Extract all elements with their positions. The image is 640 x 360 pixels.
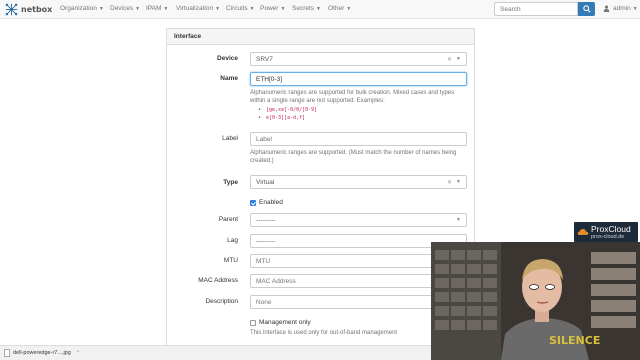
nav-organization[interactable]: Organization ▼: [60, 5, 104, 12]
checkbox-unchecked-icon[interactable]: [250, 319, 256, 326]
lag-label: Lag: [227, 237, 238, 244]
nav-label: Virtualization: [176, 5, 214, 12]
parent-value: ---------: [256, 217, 276, 224]
cloud-icon: [577, 229, 589, 235]
type-select[interactable]: Virtual ✕ ▼: [250, 175, 467, 189]
nav-other[interactable]: Other ▼: [328, 5, 351, 12]
logo-name: ProxCloud: [591, 223, 631, 234]
search-button[interactable]: [578, 2, 595, 16]
brand[interactable]: netbox: [5, 3, 52, 16]
nav-power[interactable]: Power ▼: [260, 5, 285, 12]
nav-devices[interactable]: Devices ▼: [110, 5, 140, 12]
nav-label: Power: [260, 5, 279, 12]
webcam-overlay: SILENCE: [431, 242, 640, 360]
nav-label: Circuits: [226, 5, 248, 12]
download-item[interactable]: dell-poweredge-r7....jpg ⌃: [4, 349, 80, 357]
caret-down-icon: ▼: [249, 6, 255, 12]
search-icon: [582, 5, 591, 13]
caret-down-icon: ▼: [346, 6, 352, 12]
lag-value: ---------: [256, 238, 276, 245]
caret-down-icon: ▼: [316, 6, 321, 12]
parent-label: Parent: [218, 216, 238, 223]
caret-down-icon: ▼: [98, 6, 104, 12]
caret-down-icon: ▼: [280, 6, 286, 12]
nav-label: IPAM: [146, 5, 162, 12]
type-value: Virtual: [256, 179, 275, 186]
clear-icon[interactable]: ✕: [447, 179, 452, 186]
caret-down-icon: ▼: [632, 5, 638, 12]
nav-label: Devices: [110, 5, 134, 12]
type-label: Type: [223, 179, 238, 186]
name-example: [ge,xe]-0/0/[0-9]: [258, 106, 317, 114]
caret-down-icon: ▼: [215, 6, 221, 12]
proxcloud-logo: ProxCloud prox-cloud.de: [574, 222, 638, 242]
mgmt-only-checkbox[interactable]: Management only: [250, 319, 311, 326]
netbox-logo-icon: [5, 3, 18, 16]
mtu-label: MTU: [223, 257, 238, 264]
nav-virtualization[interactable]: Virtualization ▼: [176, 5, 220, 12]
name-value: ETH[0-3]: [256, 76, 283, 83]
enabled-checkbox[interactable]: Enabled: [250, 199, 283, 206]
caret-down-icon: ▼: [163, 6, 169, 12]
name-example: e[0-3][a-d,f]: [258, 114, 317, 122]
description-label: Description: [205, 298, 238, 305]
search-input[interactable]: [494, 2, 578, 16]
nav-label: Secrets: [292, 5, 315, 12]
chevron-down-icon: ▼: [456, 217, 461, 223]
name-examples: [ge,xe]-0/0/[0-9] e[0-3][a-d,f]: [258, 106, 317, 122]
file-icon: [4, 349, 10, 357]
nav-label: Organization: [60, 5, 97, 12]
name-field[interactable]: ETH[0-3]: [250, 72, 467, 86]
name-help-text: Alphanumeric ranges are supported for bu…: [250, 90, 455, 104]
device-label: Device: [217, 55, 238, 62]
shirt-print: SILENCE: [549, 334, 600, 347]
caret-down-icon: ▼: [135, 6, 141, 12]
brand-name: netbox: [21, 5, 53, 14]
user-icon: [603, 5, 610, 12]
user-menu[interactable]: admin ▼: [603, 5, 638, 12]
username: admin: [613, 5, 631, 12]
chevron-down-icon: ▼: [456, 56, 461, 62]
enabled-label: Enabled: [259, 199, 283, 206]
nav-label: Other: [328, 5, 345, 12]
chevron-down-icon: ▼: [456, 179, 461, 185]
webcam-image: SILENCE: [431, 242, 640, 360]
panel-title: Interface: [167, 29, 474, 45]
chevron-up-icon[interactable]: ⌃: [76, 350, 80, 356]
navbar: netbox Organization ▼ Devices ▼ IPAM ▼ Virt…: [0, 0, 640, 19]
nav-ipam[interactable]: IPAM ▼: [146, 5, 168, 12]
clear-icon[interactable]: ✕: [447, 56, 452, 63]
device-select[interactable]: SRV7 ✕ ▼: [250, 52, 467, 66]
logo-url: prox-cloud.de: [591, 233, 625, 240]
mac-label: MAC Address: [198, 277, 238, 284]
label-label: Label: [222, 135, 238, 142]
name-label: Name: [220, 75, 238, 82]
nav-secrets[interactable]: Secrets ▼: [292, 5, 321, 12]
mgmt-only-label: Management only: [259, 319, 311, 326]
label-field[interactable]: [250, 132, 467, 146]
checkbox-checked-icon[interactable]: [250, 199, 256, 206]
nav-circuits[interactable]: Circuits ▼: [226, 5, 255, 12]
device-value: SRV7: [256, 56, 273, 63]
download-filename: dell-poweredge-r7....jpg: [13, 350, 71, 356]
parent-select[interactable]: --------- ▼: [250, 213, 467, 227]
label-help-text: Alphanumeric ranges are supported. (Must…: [250, 150, 457, 164]
